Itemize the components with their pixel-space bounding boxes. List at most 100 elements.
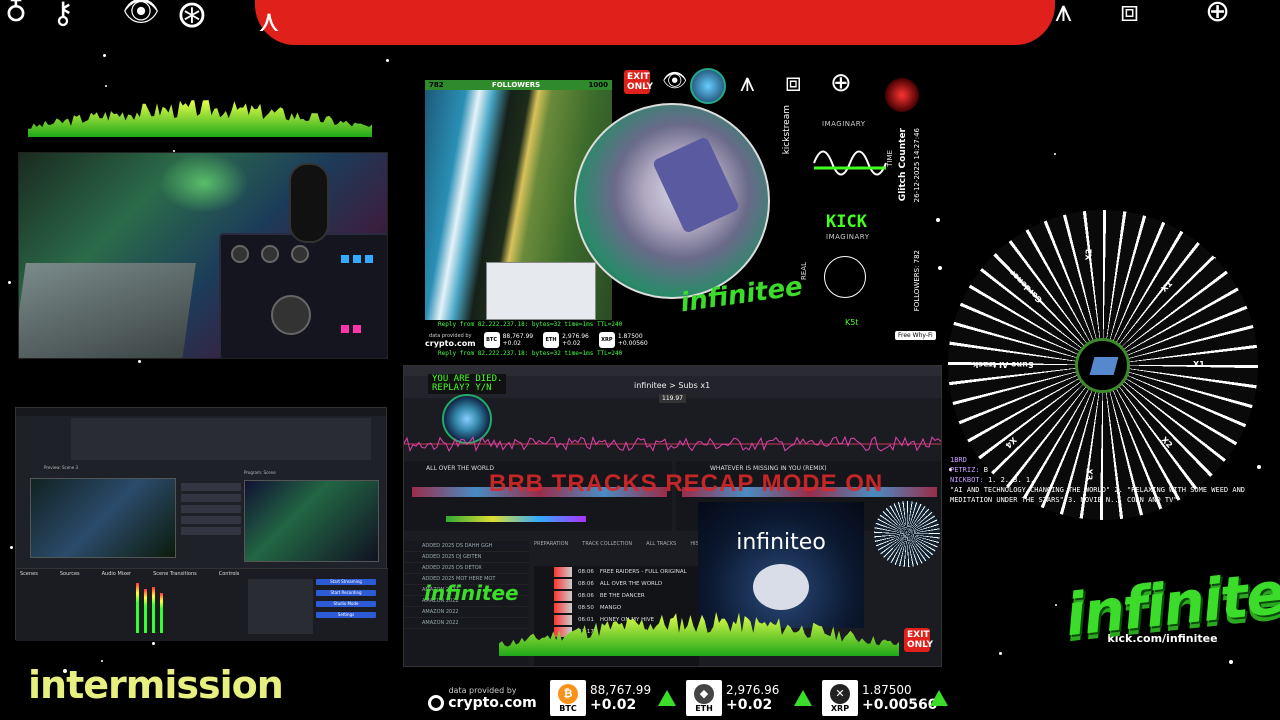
exit-only-badge: EXIT ONLY [904,628,933,652]
obs-button[interactable]: Start Streaming [316,579,376,585]
chat-text: 1. 2. 3. 1. [987,476,1035,484]
library-item[interactable]: ADDED 2025 DS DETOX [404,563,529,574]
library-item[interactable]: ADDED 2025 DS DAHH GGH [404,541,529,552]
star [105,85,107,87]
coin-price: 88,767.99 [590,683,652,697]
chat-message: "AI AND TECHNOLOGY CHANGING THE WORLD" 2… [950,485,1275,505]
coin-values: 1.87500 +0.00560 [862,683,938,713]
coin-price: 2,976.96 [726,683,780,697]
bottom-spectrum [499,611,899,656]
library-tab[interactable]: TRACK COLLECTION [582,541,632,551]
coin-values: 2,976.96 +0.02 [726,683,788,713]
followers-label: FOLLOWERS [491,81,541,89]
track-time: 08:06 [578,581,594,587]
wheel-label: X3 [1084,468,1094,481]
sigil-icon: ⚷ [52,0,74,31]
track-thumbnail [554,591,572,601]
coin-change: +0.00560 [617,340,648,347]
star [138,360,141,363]
mini-ticker-eth: ETH 2,976.96 +0.02 [543,332,589,348]
top-red-banner [255,0,1055,45]
recap-banner: BRB TRACKS RECAP MODE ON [489,470,884,497]
track-row[interactable]: 08:06 ALL OVER THE WORLD [534,578,699,590]
track-thumbnail [554,579,572,589]
btc-icon: BTC [483,332,500,348]
imaginary-label: IMAGINARY [822,120,866,128]
chat-text: B [983,466,988,474]
kick-logo: KICK [826,212,867,232]
coin-price: 1.87500 [617,333,643,340]
followers-vertical: FOLLOWERS: 782 [913,250,921,312]
dock-label: Sources [59,571,80,577]
track-title: BE THE DANCER [599,593,645,599]
star [1229,660,1233,664]
breadcrumb[interactable]: infinitee > Subs x1 [634,381,710,390]
ticker-xrp: ✕ XRP 1.87500 +0.00560 [822,680,948,716]
red-eye-icon [885,78,919,112]
coin-symbol: BTC [559,703,577,713]
sigil-cross-icon: ⊕ [830,68,852,98]
obs-button[interactable]: Settings [316,612,376,618]
coin-values: 1.87500 +0.00560 [618,333,648,347]
program-label: Program: Scene [244,470,276,475]
provider-name: crypto.com [448,694,537,711]
wheel-label: X2 [1084,248,1094,261]
preview-scene[interactable] [30,478,176,558]
dock-label: Scenes [20,571,38,577]
track-row[interactable]: 08:06 FREE RAIDERS - FULL ORIGINAL [534,566,699,578]
transition-controls[interactable] [181,483,241,563]
coin-values: 88,767.99 +0.02 [503,333,534,347]
coin-values: 88,767.99 +0.02 [590,683,652,713]
program-scene[interactable] [244,480,379,562]
sigil-box-icon: ⧈ [1120,0,1140,29]
dj-software-window[interactable]: infinitee > Subs x1 119.97 YOU ARE DIED.… [403,365,942,667]
star [103,54,106,57]
chat-message: 1BRD [950,455,1275,465]
up-arrow-icon [658,690,676,706]
obs-window[interactable]: Preview: Scene 3 Program: Scene Scenes So… [15,407,388,641]
coin-change: +0.02 [562,340,581,347]
star [1055,604,1057,606]
eth-icon: ETH [543,332,560,348]
glitch-counter: Glitch Counter [898,128,908,202]
waveform-overview[interactable] [404,428,942,460]
star [101,660,103,662]
microphone [289,163,329,243]
wheel-center-logo [1075,338,1130,393]
mini-crypto-table [486,262,596,320]
chat-username: NICKBOT: [950,476,988,484]
track-thumbnail [554,567,572,577]
xrp-icon: ✕ XRP [822,680,858,716]
chat-username: PETRIZ: [950,466,984,474]
date-time: 26-12-2025 14:27:46 [913,128,921,203]
up-arrow-icon [794,690,812,706]
wheel-label: X1 [1193,360,1205,369]
library-tab[interactable]: PREPARATION [534,541,568,551]
dock-label: Audio Mixer [101,571,132,577]
coin-values: 2,976.96 +0.02 [562,333,589,347]
track-row[interactable]: 08:06 BE THE DANCER [534,590,699,602]
coin-glyph: ◆ [694,683,714,704]
coin-glyph: ✕ [830,683,850,704]
preview-label: Preview: Scene 3 [44,465,78,470]
star [10,546,13,549]
chat-text: "AI AND TECHNOLOGY CHANGING THE WORLD" 2… [950,486,1246,504]
ping-line: Reply from 82.222.237.18: bytes=32 time=… [438,321,623,328]
coin-price: 1.87500 [862,683,912,697]
wheel-label: Suno AI track [973,360,1034,369]
chat-feed: 1BRD PETRIZ: B NICKBOT: 1. 2. 3. 1. "AI AN… [950,455,1275,505]
track-time: 08:06 [578,569,594,575]
circle-camera [574,103,770,299]
library-item[interactable]: ADDED 2025 DJ GEITEN [404,552,529,563]
chat-message: NICKBOT: 1. 2. 3. 1. [950,475,1275,485]
sigil-a-icon: ⩚ [740,68,755,98]
crypto-ticker: data provided by crypto.com ₿ BTC 88,767.9… [425,678,955,718]
obs-button[interactable]: Start Recording [316,590,376,596]
obs-button[interactable]: Studio Mode [316,601,376,607]
obs-dock[interactable]: Scenes Sources Audio Mixer Scene Transition… [16,568,388,641]
up-arrow-icon [930,690,948,706]
brain-icon [690,68,726,104]
kst-label: K5t [845,318,859,327]
eye-icon: 👁 [662,68,688,92]
library-tab[interactable]: ALL TRACKS [646,541,676,551]
